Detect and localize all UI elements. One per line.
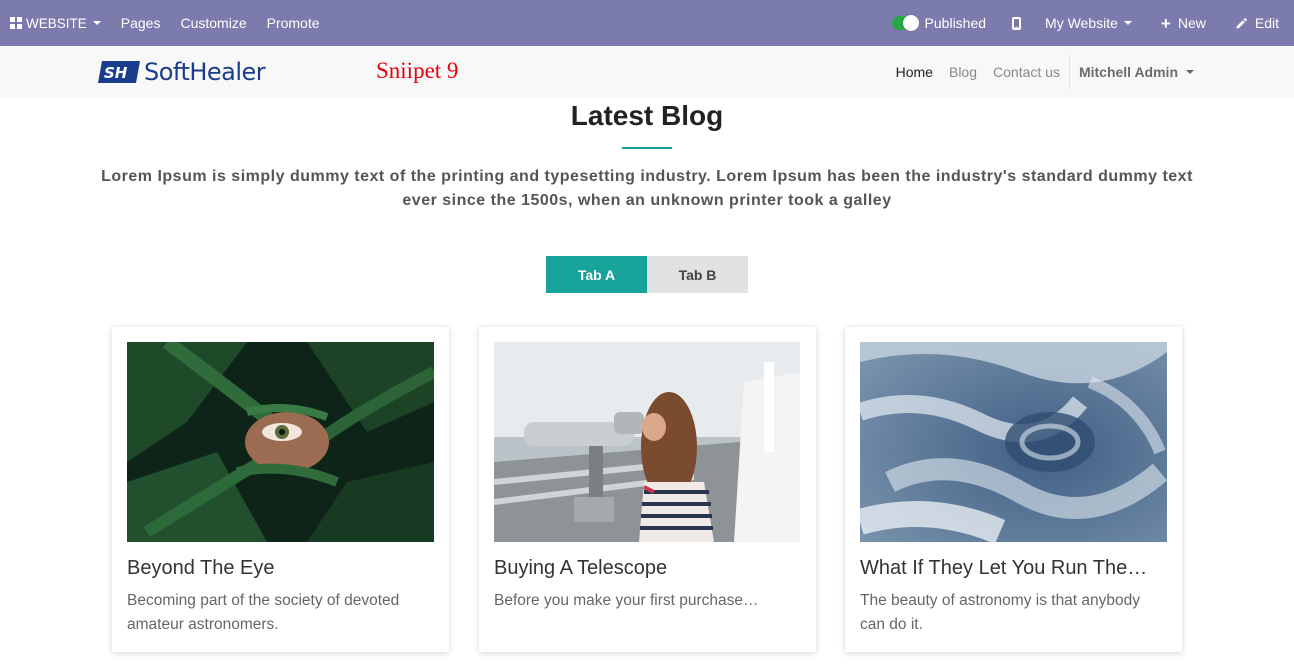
nav-link-home[interactable]: Home <box>888 64 941 80</box>
my-website-switcher[interactable]: My Website <box>1037 0 1151 46</box>
tab-bar: Tab A Tab B <box>546 256 748 293</box>
promote-menu[interactable]: Promote <box>257 0 330 46</box>
tab-b[interactable]: Tab B <box>647 256 748 293</box>
new-label: New <box>1177 15 1206 31</box>
title-underline <box>622 147 672 149</box>
mobile-phone-icon <box>1012 16 1022 30</box>
blog-card-image-telescope[interactable] <box>494 342 801 542</box>
section-title: Latest Blog <box>570 100 724 131</box>
nav-link-blog[interactable]: Blog <box>941 64 985 80</box>
snippet-label: Sniipet 9 <box>376 58 459 83</box>
nav-link-contact[interactable]: Contact us <box>985 64 1069 80</box>
published-label: Published <box>924 15 987 31</box>
logo-text: SoftHealer <box>144 58 266 86</box>
site-nav: Home Blog Contact us Mitchell Admin <box>888 46 1194 98</box>
blog-card[interactable]: What If They Let You Run The… The beauty… <box>845 327 1182 652</box>
my-website-label: My Website <box>1045 15 1118 31</box>
site-header: SH SoftHealer Sniipet 9 Home Blog Contac… <box>0 46 1294 98</box>
published-toggle[interactable]: Published <box>882 0 1001 46</box>
website-menu-label: WEBSITE <box>26 15 87 31</box>
plus-icon: + <box>1160 13 1171 33</box>
mobile-preview-button[interactable] <box>1000 0 1037 46</box>
blog-card-excerpt: Becoming part of the society of devoted … <box>127 592 400 633</box>
blog-card[interactable]: Beyond The Eye Becoming part of the soci… <box>112 327 449 652</box>
blog-card-title[interactable]: What If They Let You Run The… <box>860 557 1167 580</box>
blog-card-excerpt: The beauty of astronomy is that anybody … <box>860 592 1141 633</box>
blog-card-image-earth-clouds[interactable] <box>860 342 1167 542</box>
chevron-down-icon <box>1186 70 1194 74</box>
toggle-switch-icon <box>891 15 919 31</box>
customize-menu[interactable]: Customize <box>170 0 256 46</box>
tab-a[interactable]: Tab A <box>546 256 647 293</box>
new-button[interactable]: + New <box>1151 0 1221 46</box>
blog-card-image-fern-eye[interactable] <box>127 342 434 542</box>
apps-grid-icon <box>10 17 22 29</box>
site-logo[interactable]: SH SoftHealer <box>98 58 266 86</box>
website-menu-button[interactable]: WEBSITE <box>0 0 111 46</box>
chevron-down-icon <box>92 21 101 25</box>
user-name: Mitchell Admin <box>1078 64 1178 80</box>
edit-label: Edit <box>1254 15 1279 31</box>
pages-menu[interactable]: Pages <box>111 0 171 46</box>
section-description: Lorem Ipsum is simply dummy text of the … <box>101 168 1193 209</box>
chevron-down-icon <box>1123 21 1132 25</box>
blog-card[interactable]: Buying A Telescope Before you make your … <box>479 327 816 652</box>
blog-card-title[interactable]: Beyond The Eye <box>127 557 434 580</box>
admin-toolbar: WEBSITE Pages Customize Promote Publishe… <box>0 0 1294 46</box>
edit-button[interactable]: Edit <box>1221 0 1294 46</box>
pencil-icon <box>1236 17 1247 28</box>
softhealer-logo-icon: SH <box>98 61 140 83</box>
user-menu[interactable]: Mitchell Admin <box>1070 64 1194 80</box>
svg-text:SH: SH <box>104 64 128 82</box>
blog-card-excerpt: Before you make your first purchase… <box>494 592 759 609</box>
blog-card-title[interactable]: Buying A Telescope <box>494 557 801 580</box>
